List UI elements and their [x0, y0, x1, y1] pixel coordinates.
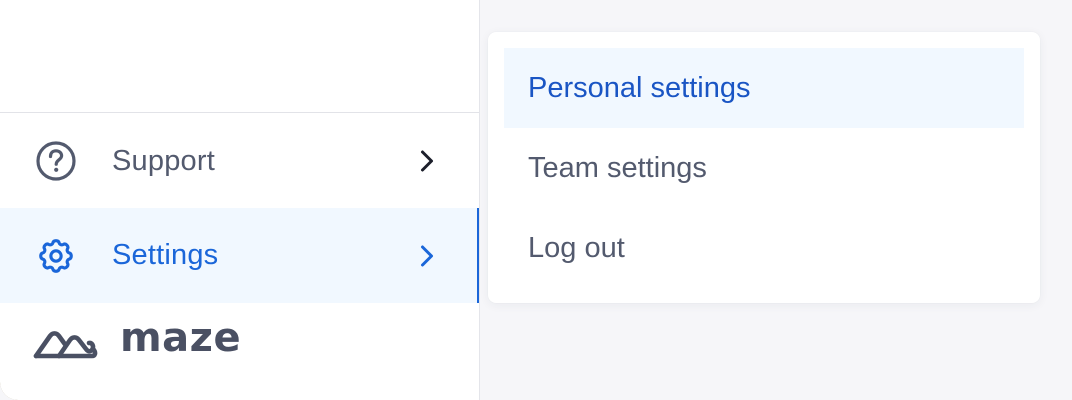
sidebar-item-label: Settings: [112, 239, 219, 271]
sidebar-item-settings[interactable]: Settings: [0, 208, 479, 303]
logo-text: maze: [120, 315, 242, 361]
question-circle-icon: [34, 139, 78, 183]
sidebar-item-support[interactable]: Support: [0, 113, 479, 209]
maze-logo[interactable]: maze: [32, 318, 241, 366]
chevron-right-icon: [414, 243, 440, 269]
chevron-right-icon: [414, 148, 440, 174]
settings-dropdown-menu: Personal settings Team settings Log out: [488, 32, 1040, 303]
menu-item-personal-settings[interactable]: Personal settings: [504, 48, 1024, 128]
menu-item-log-out[interactable]: Log out: [504, 208, 1024, 288]
sidebar: Support Settings maze: [0, 0, 480, 400]
menu-item-team-settings[interactable]: Team settings: [504, 128, 1024, 208]
sidebar-item-label: Support: [112, 144, 215, 177]
gear-icon: [34, 234, 78, 278]
maze-logo-icon: [33, 331, 98, 359]
